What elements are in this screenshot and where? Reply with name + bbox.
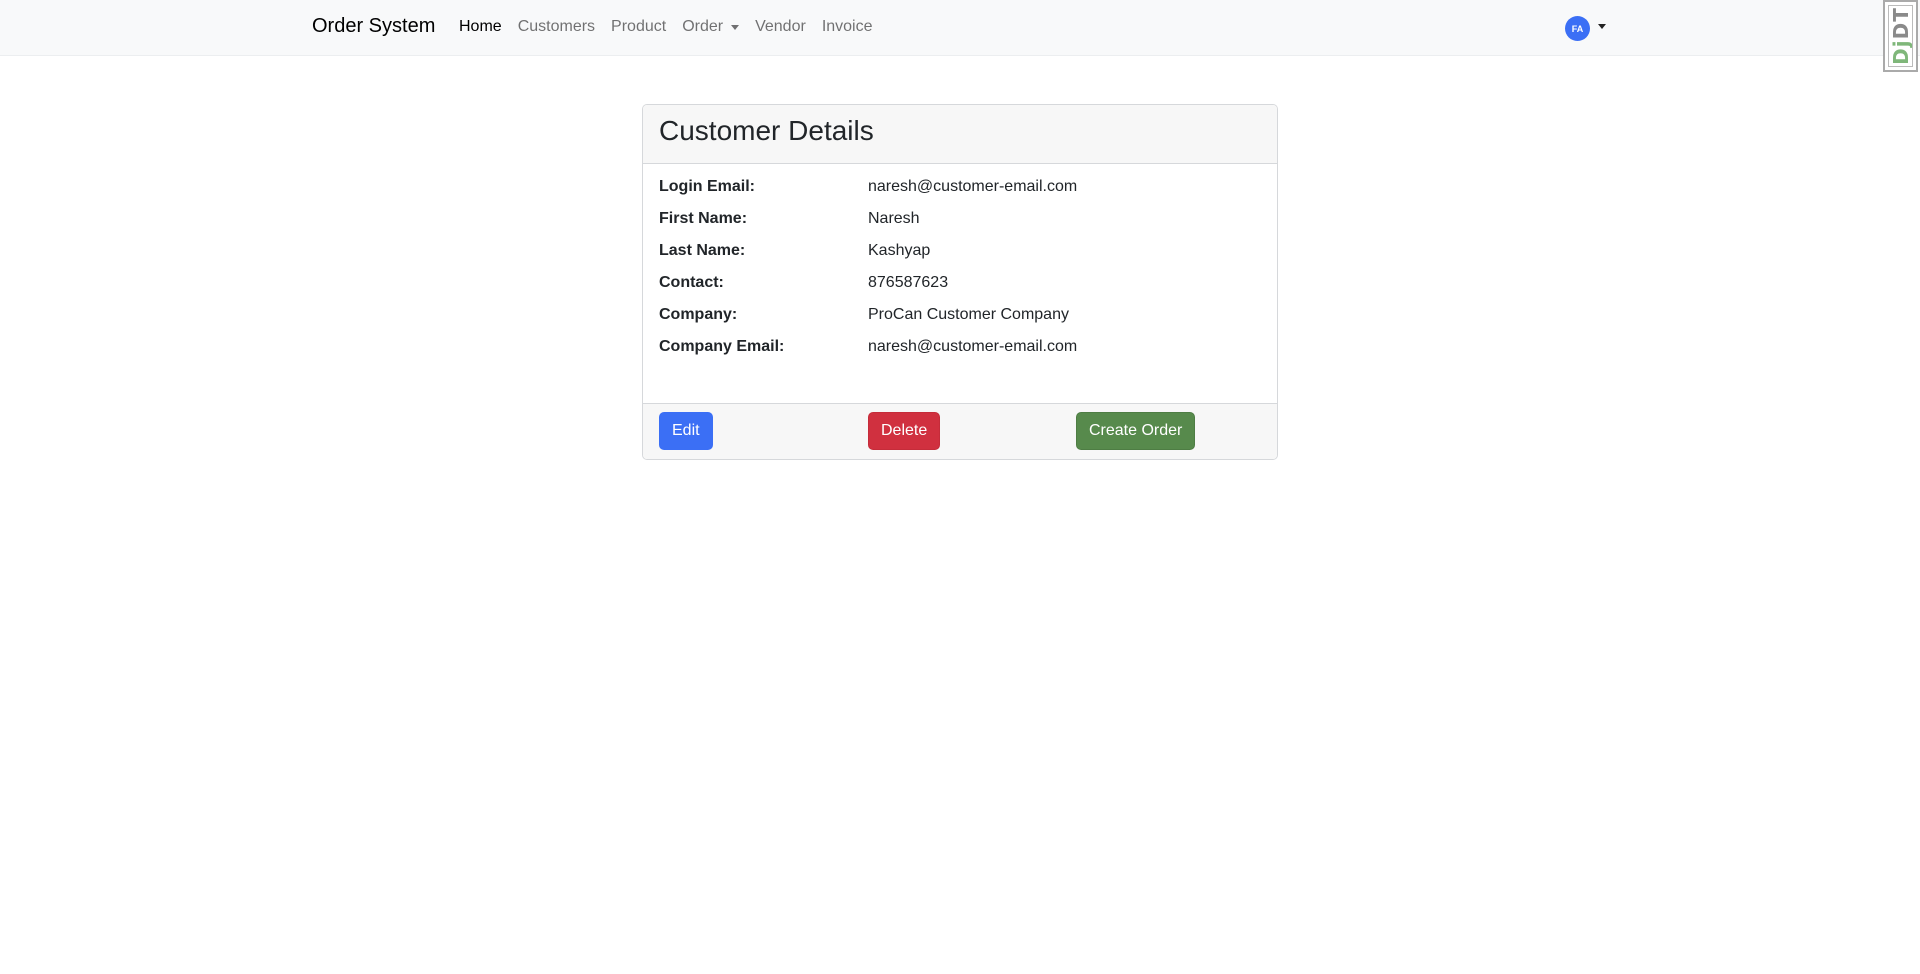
field-label: Login Email: xyxy=(659,178,755,195)
nav-customers[interactable]: Customers xyxy=(518,18,595,36)
delete-button[interactable]: Delete xyxy=(868,412,941,450)
nav-home[interactable]: Home xyxy=(459,18,502,36)
detail-row-company: Company: ProCan Customer Company xyxy=(659,306,1261,338)
detail-row-contact: Contact: 876587623 xyxy=(659,274,1261,306)
field-label: Contact: xyxy=(659,274,724,291)
detail-row-login-email: Login Email: naresh@customer-email.com xyxy=(659,178,1261,210)
field-label: Last Name: xyxy=(659,242,746,259)
nav-product[interactable]: Product xyxy=(611,18,666,36)
detail-row-first-name: First Name: Naresh xyxy=(659,210,1261,242)
chevron-down-icon xyxy=(731,24,740,30)
field-value: Naresh xyxy=(868,210,920,227)
field-label: First Name: xyxy=(659,210,748,227)
field-value: naresh@customer-email.com xyxy=(868,178,1078,195)
edit-button[interactable]: Edit xyxy=(659,412,713,450)
nav-order-dropdown[interactable]: Order xyxy=(682,18,740,36)
page-title: Customer Details xyxy=(659,115,874,146)
nav-invoice[interactable]: Invoice xyxy=(822,18,873,36)
create-order-button[interactable]: Create Order xyxy=(1076,412,1196,450)
nav-order-label: Order xyxy=(682,18,724,35)
field-label: Company Email: xyxy=(659,338,785,355)
navbar: Order System Home Customers Product Orde… xyxy=(0,0,1920,56)
brand-link[interactable]: Order System xyxy=(312,15,435,38)
user-menu-dropdown[interactable]: FA xyxy=(1565,16,1606,41)
field-value: Kashyap xyxy=(868,242,931,259)
detail-row-company-email: Company Email: naresh@customer-email.com xyxy=(659,338,1261,370)
card-header: Customer Details xyxy=(643,105,1277,164)
detail-row-last-name: Last Name: Kashyap xyxy=(659,242,1261,274)
debug-toolbar-logo: DjDT xyxy=(1888,7,1913,65)
debug-toolbar-handle[interactable]: DjDT xyxy=(1883,0,1918,72)
nav-links: Home Customers Product Order Vendor Invo… xyxy=(459,18,889,36)
customer-details-card: Customer Details Login Email: naresh@cus… xyxy=(642,104,1278,460)
avatar: FA xyxy=(1565,16,1590,41)
field-value: ProCan Customer Company xyxy=(868,306,1069,323)
field-value: 876587623 xyxy=(868,274,949,291)
nav-vendor[interactable]: Vendor xyxy=(755,18,806,36)
chevron-down-icon xyxy=(1598,24,1606,29)
field-value: naresh@customer-email.com xyxy=(868,338,1078,355)
card-footer: Edit Delete Create Order xyxy=(643,403,1277,459)
field-label: Company: xyxy=(659,306,738,323)
card-body: Login Email: naresh@customer-email.com F… xyxy=(643,164,1277,404)
